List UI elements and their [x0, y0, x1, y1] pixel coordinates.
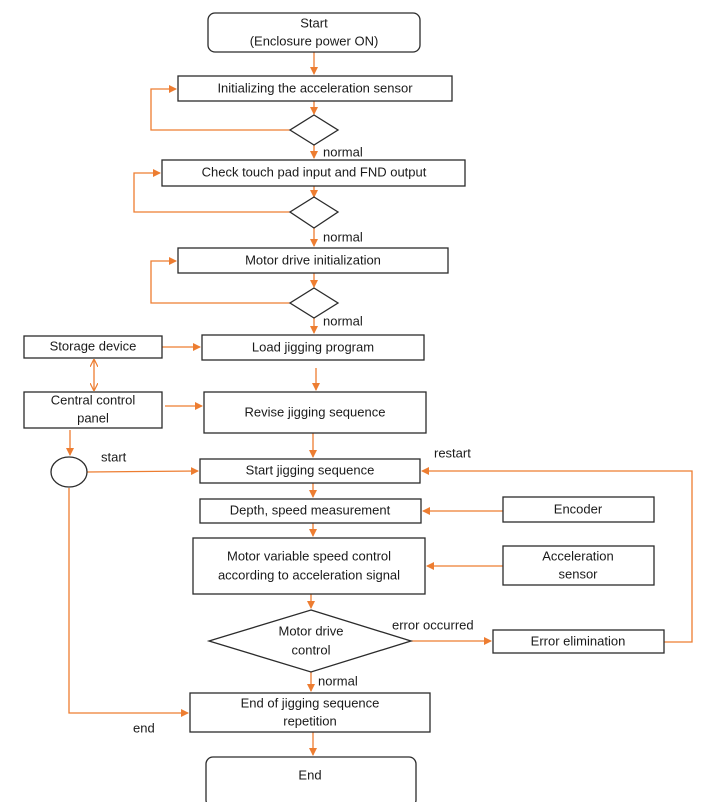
- edge-label-end: end: [133, 720, 155, 735]
- node-revise-sequence-label: Revise jigging sequence: [245, 404, 386, 419]
- node-acceleration-sensor: Acceleration sensor: [502, 545, 655, 586]
- node-central-control-line-2: panel: [77, 410, 109, 425]
- node-end-label: End: [298, 767, 321, 782]
- node-check-touch: Check touch pad input and FND output: [161, 159, 466, 187]
- node-end: End: [205, 756, 417, 802]
- node-motor-drive-control: Motor drive control: [206, 609, 414, 673]
- edge-switch-to-end-rep: [68, 488, 189, 717]
- node-storage-device-label: Storage device: [50, 338, 137, 353]
- node-check-touch-label: Check touch pad input and FND output: [202, 164, 427, 179]
- decision-diamond-1: [288, 114, 340, 146]
- node-motor-variable-speed-line-2: according to acceleration signal: [218, 567, 400, 582]
- edge-label-normal-1: normal: [323, 144, 363, 159]
- edge-label-start: start: [101, 449, 127, 464]
- node-storage-device: Storage device: [23, 335, 163, 359]
- node-load-program: Load jigging program: [201, 334, 425, 361]
- node-error-elimination-label: Error elimination: [531, 633, 626, 648]
- node-acceleration-sensor-line-2: sensor: [558, 566, 598, 581]
- node-central-control-line-1: Central control: [51, 392, 136, 407]
- node-start-line-2: (Enclosure power ON): [250, 33, 379, 48]
- edge-label-normal-3: normal: [323, 313, 363, 328]
- node-error-elimination: Error elimination: [492, 629, 665, 654]
- node-revise-sequence: Revise jigging sequence: [203, 391, 427, 434]
- node-encoder-label: Encoder: [554, 501, 603, 516]
- node-end-of-repetition: End of jigging sequence repetition: [189, 692, 431, 733]
- node-start-sequence: Start jigging sequence: [199, 458, 421, 484]
- node-central-control-panel: Central control panel: [23, 391, 163, 429]
- flowchart: normal normal normal start restart error…: [23, 12, 693, 802]
- edge-label-error-occurred: error occurred: [392, 617, 474, 632]
- node-end-of-repetition-line-2: repetition: [283, 713, 336, 728]
- node-motor-init-label: Motor drive initialization: [245, 252, 381, 267]
- node-motor-drive-control-line-1: Motor drive: [278, 623, 343, 638]
- decision-diamond-2: [288, 196, 340, 229]
- node-init-accel: Initializing the acceleration sensor: [177, 75, 453, 102]
- node-depth-speed-label: Depth, speed measurement: [230, 502, 391, 517]
- node-load-program-label: Load jigging program: [252, 339, 374, 354]
- node-encoder: Encoder: [502, 496, 655, 523]
- node-init-accel-label: Initializing the acceleration sensor: [217, 80, 413, 95]
- node-start: Start (Enclosure power ON): [207, 12, 421, 53]
- edge-label-restart: restart: [434, 445, 471, 460]
- edge-switch-to-start-seq: [86, 467, 199, 476]
- node-end-of-repetition-line-1: End of jigging sequence: [241, 695, 380, 710]
- node-motor-init: Motor drive initialization: [177, 247, 449, 274]
- node-motor-variable-speed: Motor variable speed control according t…: [192, 537, 426, 595]
- switch-circle: [50, 456, 88, 488]
- node-depth-speed: Depth, speed measurement: [199, 498, 422, 524]
- node-start-sequence-label: Start jigging sequence: [246, 462, 375, 477]
- node-motor-drive-control-line-2: control: [291, 642, 330, 657]
- edge-label-normal-2: normal: [323, 229, 363, 244]
- node-acceleration-sensor-line-1: Acceleration: [542, 548, 614, 563]
- node-start-line-1: Start: [300, 15, 328, 30]
- edge-label-normal-4: normal: [318, 673, 358, 688]
- node-motor-variable-speed-line-1: Motor variable speed control: [227, 548, 391, 563]
